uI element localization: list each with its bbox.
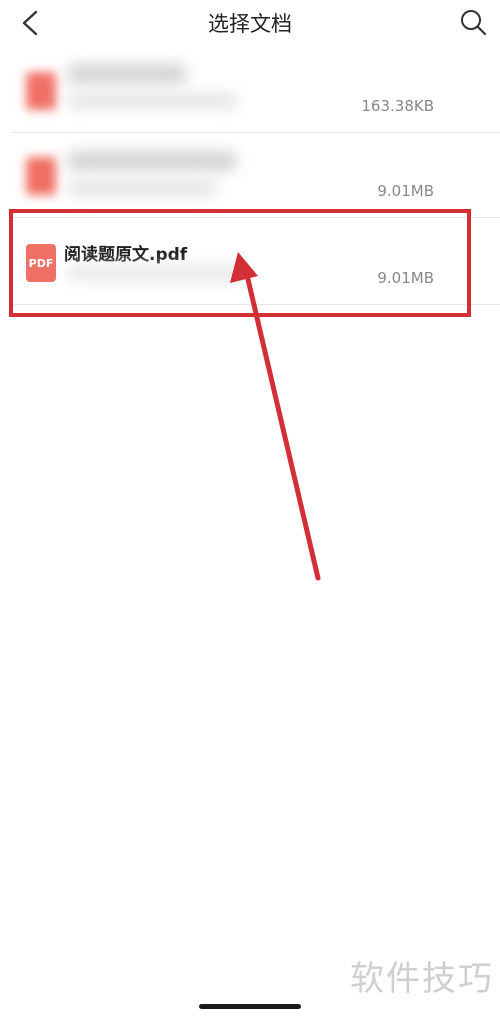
pdf-file-icon (26, 72, 56, 110)
file-size: 163.38KB (361, 97, 434, 115)
file-item-1[interactable]: 163.38KB (12, 48, 500, 133)
file-size: 9.01MB (377, 182, 434, 200)
pdf-file-icon (26, 157, 56, 195)
blurred-file-name (67, 151, 237, 171)
file-item-2[interactable]: 9.01MB (12, 133, 500, 218)
home-indicator[interactable] (199, 1004, 301, 1009)
highlight-box (9, 209, 471, 317)
blurred-file-date (67, 94, 237, 108)
header: 选择文档 (0, 0, 500, 46)
page-title: 选择文档 (208, 12, 292, 36)
watermark: 软件技巧 (350, 959, 494, 999)
blurred-file-date (67, 181, 217, 195)
blurred-file-name (67, 64, 187, 84)
search-icon[interactable] (458, 7, 488, 37)
